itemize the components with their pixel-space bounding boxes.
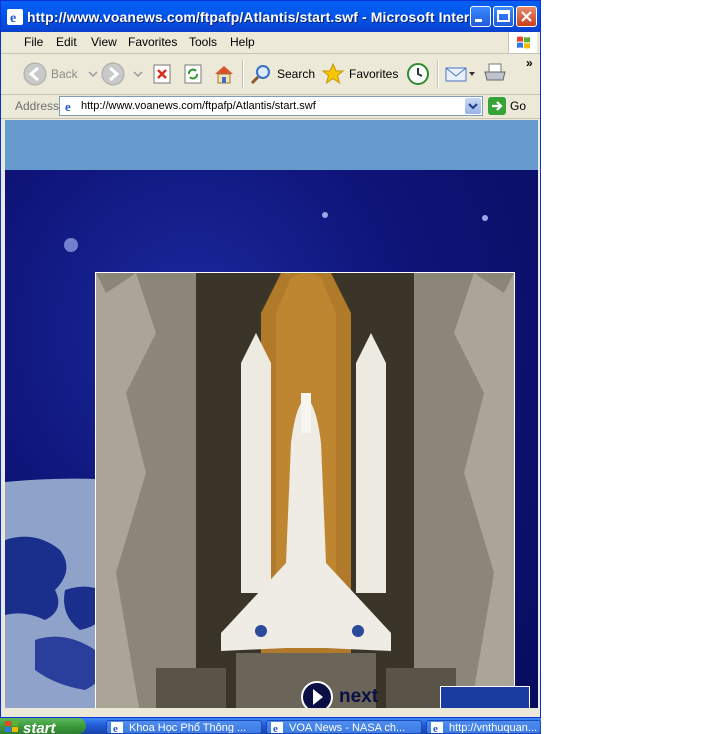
toolbar-overflow-chevron[interactable]: » [526,56,533,70]
start-label: start [23,720,56,734]
home-button[interactable] [212,60,236,88]
close-button[interactable] [516,6,537,27]
menu-favorites[interactable]: Favorites [128,35,177,49]
standard-toolbar: Back Search Favorites » [1,54,540,95]
chevron-down-icon [469,72,475,76]
chevron-down-icon [468,103,478,110]
address-url: http://www.voanews.com/ftpafp/Atlantis/s… [81,100,316,112]
address-bar: Address e http://www.voanews.com/ftpafp/… [1,95,540,119]
history-icon [407,63,429,85]
taskbar-item[interactable]: e VOA News - NASA ch... [266,720,422,734]
ie-icon: e [271,722,283,734]
stop-icon [153,64,171,84]
shuttle-on-launchpad-image [96,273,514,708]
back-label: Back [51,67,78,81]
forward-button[interactable] [101,60,145,88]
menu-edit[interactable]: Edit [56,35,77,49]
favorites-button[interactable]: Favorites [321,60,398,88]
svg-text:e: e [433,723,438,734]
chevron-down-icon [133,71,143,78]
home-icon [215,66,233,84]
address-input[interactable]: e http://www.voanews.com/ftpafp/Atlantis… [59,96,483,116]
go-label: Go [510,99,527,113]
back-icon [23,62,47,86]
window-title: http://www.voanews.com/ftpafp/Atlantis/s… [27,9,491,25]
close-icon [521,11,532,22]
svg-text:e: e [10,11,16,25]
shuttle-photo [95,272,515,708]
taskbar-item[interactable]: e Khoa Học Phổ Thông ... [106,720,262,734]
print-button[interactable] [482,60,508,88]
svg-text:e: e [65,99,71,113]
address-dropdown-button[interactable] [465,98,481,114]
search-icon [250,65,270,85]
menu-view[interactable]: View [91,35,117,49]
mail-button[interactable] [444,60,476,88]
minimize-icon [475,19,482,22]
stop-button[interactable] [151,60,173,88]
flash-header-band [5,120,538,170]
forward-icon [101,62,125,86]
next-label: next [339,686,379,707]
toolbar-separator [242,60,244,88]
horizontal-scrollbar[interactable] [5,708,538,717]
page-viewport[interactable]: next [5,120,538,708]
taskbar-item[interactable]: e http://vnthuquan... [426,720,541,734]
chevron-down-icon [88,71,98,78]
go-button[interactable]: Go [488,97,536,115]
start-button[interactable]: start [0,718,86,734]
browser-window: e http://www.voanews.com/ftpafp/Atlantis… [0,0,541,718]
search-button[interactable]: Search [249,60,315,88]
minimize-button[interactable] [470,6,491,27]
menu-help[interactable]: Help [230,35,255,49]
maximize-icon [497,10,510,22]
ie-icon: e [431,722,443,734]
svg-text:e: e [273,723,278,734]
next-button[interactable]: next [301,681,379,708]
flash-movie[interactable] [5,170,538,708]
history-button[interactable] [406,60,430,88]
title-bar[interactable]: e http://www.voanews.com/ftpafp/Atlantis… [1,1,540,32]
svg-text:e: e [113,723,118,734]
refresh-button[interactable] [182,60,204,88]
refresh-icon [184,64,202,84]
windows-logo [508,32,537,53]
maximize-button[interactable] [493,6,514,27]
ie-icon: e [111,722,123,734]
taskbar: start e Khoa Học Phổ Thông ... e VOA New… [0,718,541,734]
address-label: Address [15,99,60,113]
mail-icon [445,67,467,82]
ie-icon: e [63,99,77,113]
voa-banner [440,686,530,708]
back-button[interactable]: Back [23,60,100,88]
ie-icon: e [7,9,23,25]
go-arrow-icon [488,97,506,115]
favorites-star-icon [321,62,345,85]
search-label: Search [277,67,316,81]
toolbar-separator [437,60,439,88]
menu-tools[interactable]: Tools [189,35,217,49]
print-icon [484,63,506,81]
favorites-label: Favorites [349,67,399,81]
menu-file[interactable]: File [24,35,43,49]
next-arrow-icon [301,681,333,708]
menu-bar: File Edit View Favorites Tools Help [1,32,540,54]
windows-logo-icon [517,36,530,49]
windows-logo-icon [5,721,18,732]
